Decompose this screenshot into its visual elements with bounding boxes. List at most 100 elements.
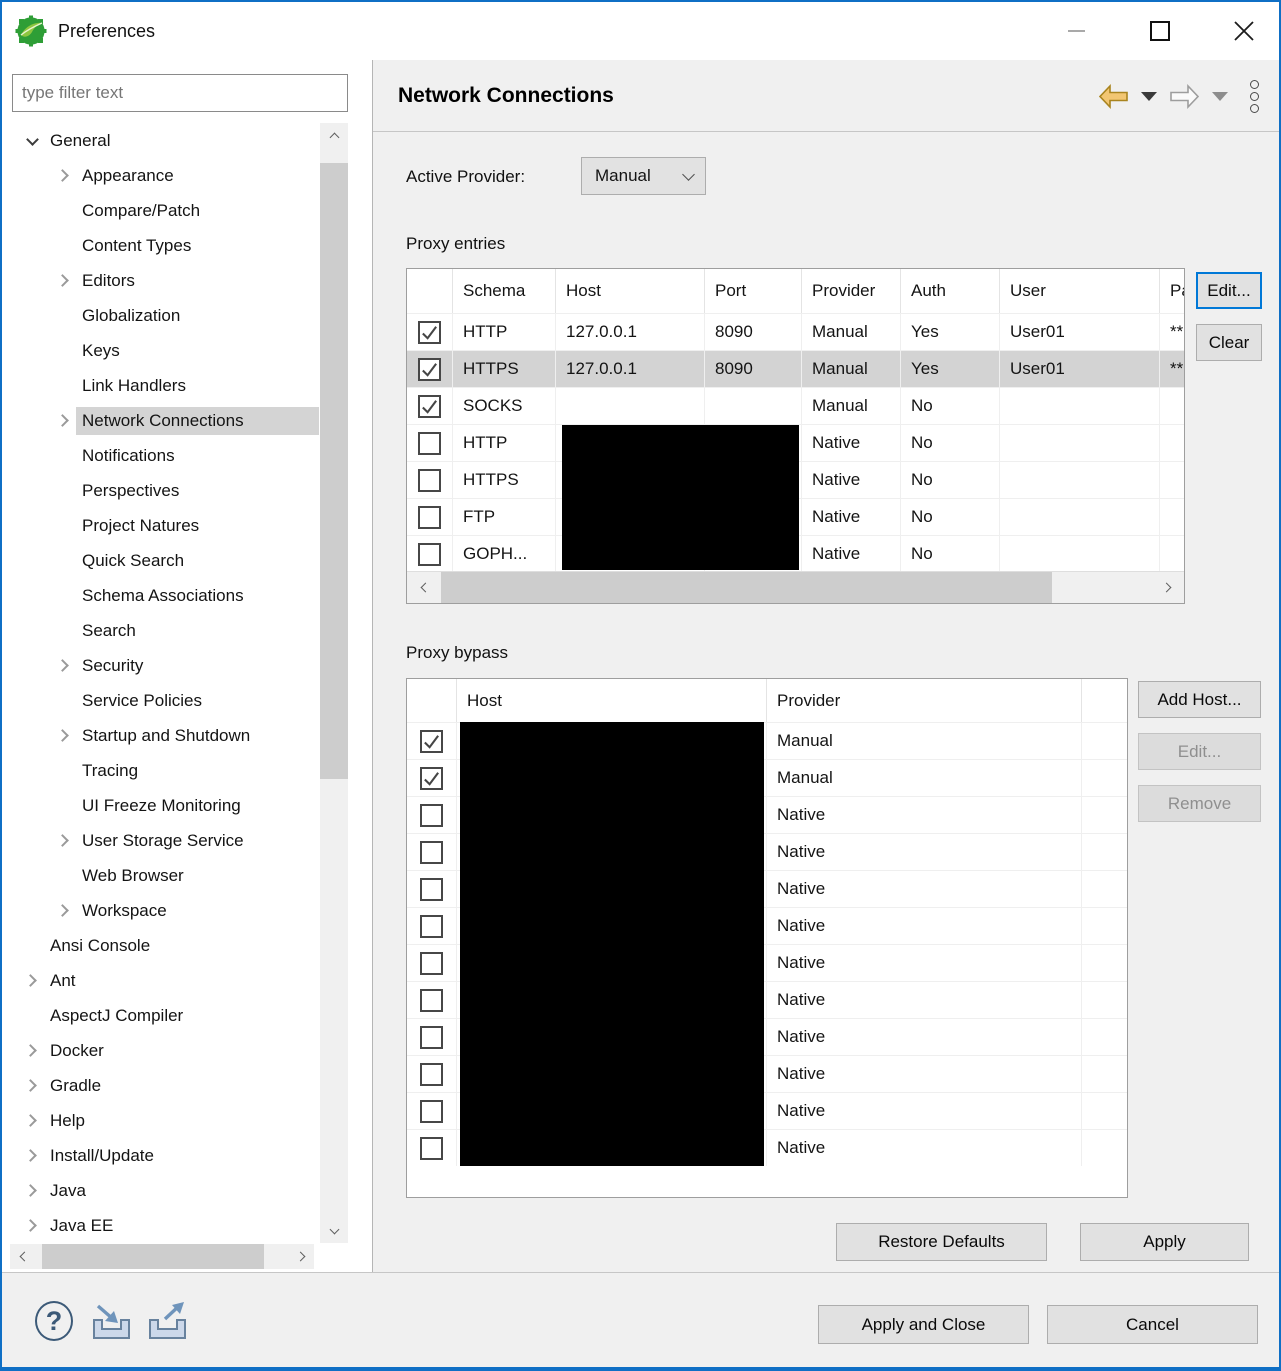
- proxy-bypass-checkbox[interactable]: [420, 1026, 443, 1049]
- chevron-collapsed-icon[interactable]: [20, 1046, 44, 1055]
- proxy-entry-checkbox[interactable]: [418, 543, 441, 566]
- proxy-entry-row[interactable]: SOCKS Manual No: [407, 387, 1184, 424]
- proxy-bypass-checkbox[interactable]: [420, 878, 443, 901]
- scroll-right-icon[interactable]: [1156, 575, 1180, 599]
- tree-item-compare-patch[interactable]: Compare/Patch: [12, 193, 319, 228]
- tree-item-docker[interactable]: Docker: [12, 1033, 319, 1068]
- tree-item-notifications[interactable]: Notifications: [12, 438, 319, 473]
- edit-bypass-button[interactable]: Edit...: [1138, 733, 1261, 770]
- tree-item-project-natures[interactable]: Project Natures: [12, 508, 319, 543]
- proxy-entry-checkbox[interactable]: [418, 321, 441, 344]
- sidebar-vertical-scrollbar[interactable]: [320, 123, 348, 1243]
- back-dropdown-icon[interactable]: [1141, 92, 1157, 101]
- tree-item-gradle[interactable]: Gradle: [12, 1068, 319, 1103]
- tree-item-java[interactable]: Java: [12, 1173, 319, 1208]
- apply-button[interactable]: Apply: [1080, 1223, 1249, 1261]
- forward-icon[interactable]: [1169, 84, 1200, 109]
- tree-item-ansi-console[interactable]: Ansi Console: [12, 928, 319, 963]
- tree-item-web-browser[interactable]: Web Browser: [12, 858, 319, 893]
- proxy-bypass-checkbox[interactable]: [420, 767, 443, 790]
- proxy-bypass-checkbox[interactable]: [420, 952, 443, 975]
- sidebar-vscroll-thumb[interactable]: [320, 163, 348, 779]
- proxy-entry-checkbox[interactable]: [418, 506, 441, 529]
- scroll-down-icon[interactable]: [322, 1219, 346, 1243]
- tree-item-help[interactable]: Help: [12, 1103, 319, 1138]
- proxy-bypass-checkbox[interactable]: [420, 730, 443, 753]
- scroll-left-icon[interactable]: [10, 1244, 34, 1268]
- clear-entry-button[interactable]: Clear: [1196, 324, 1262, 361]
- help-icon[interactable]: ?: [35, 1301, 73, 1341]
- view-menu-icon[interactable]: [1250, 80, 1259, 113]
- remove-bypass-button[interactable]: Remove: [1138, 785, 1261, 822]
- chevron-collapsed-icon[interactable]: [20, 1116, 44, 1125]
- tree-item-ui-freeze-monitoring[interactable]: UI Freeze Monitoring: [12, 788, 319, 823]
- proxy-bypass-checkbox[interactable]: [420, 841, 443, 864]
- proxy-bypass-checkbox[interactable]: [420, 1137, 443, 1160]
- tree-item-editors[interactable]: Editors: [12, 263, 319, 298]
- sidebar-hscroll-thumb[interactable]: [42, 1244, 264, 1269]
- scroll-right-icon[interactable]: [290, 1244, 314, 1268]
- chevron-collapsed-icon[interactable]: [52, 171, 76, 180]
- import-preferences-icon[interactable]: [88, 1301, 136, 1343]
- proxy-entry-checkbox[interactable]: [418, 469, 441, 492]
- scroll-left-icon[interactable]: [411, 575, 435, 599]
- tree-item-install-update[interactable]: Install/Update: [12, 1138, 319, 1173]
- chevron-collapsed-icon[interactable]: [52, 836, 76, 845]
- active-provider-select[interactable]: Manual: [581, 157, 706, 195]
- proxy-bypass-checkbox[interactable]: [420, 1100, 443, 1123]
- filter-input[interactable]: [12, 74, 348, 112]
- tree-item-tracing[interactable]: Tracing: [12, 753, 319, 788]
- tree-item-ant[interactable]: Ant: [12, 963, 319, 998]
- back-icon[interactable]: [1098, 84, 1129, 109]
- tree-item-perspectives[interactable]: Perspectives: [12, 473, 319, 508]
- chevron-collapsed-icon[interactable]: [20, 1151, 44, 1160]
- tree-item-java-ee[interactable]: Java EE: [12, 1208, 319, 1243]
- apply-and-close-button[interactable]: Apply and Close: [818, 1305, 1029, 1344]
- chevron-collapsed-icon[interactable]: [52, 906, 76, 915]
- cancel-button[interactable]: Cancel: [1047, 1305, 1258, 1344]
- tree-item-search[interactable]: Search: [12, 613, 319, 648]
- entries-horizontal-scrollbar[interactable]: [407, 571, 1184, 603]
- sidebar-horizontal-scrollbar[interactable]: [10, 1244, 314, 1269]
- chevron-collapsed-icon[interactable]: [20, 976, 44, 985]
- forward-dropdown-icon[interactable]: [1212, 92, 1228, 101]
- chevron-collapsed-icon[interactable]: [20, 1186, 44, 1195]
- chevron-collapsed-icon[interactable]: [52, 661, 76, 670]
- chevron-collapsed-icon[interactable]: [20, 1081, 44, 1090]
- tree-item-security[interactable]: Security: [12, 648, 319, 683]
- tree-item-quick-search[interactable]: Quick Search: [12, 543, 319, 578]
- tree-item-schema-associations[interactable]: Schema Associations: [12, 578, 319, 613]
- chevron-collapsed-icon[interactable]: [52, 416, 76, 425]
- maximize-icon[interactable]: [1147, 18, 1173, 44]
- add-host-button[interactable]: Add Host...: [1138, 681, 1261, 718]
- tree-item-workspace[interactable]: Workspace: [12, 893, 319, 928]
- proxy-entry-checkbox[interactable]: [418, 358, 441, 381]
- proxy-entry-row[interactable]: HTTPS 127.0.0.1 8090 Manual Yes User01 *…: [407, 350, 1184, 387]
- proxy-bypass-checkbox[interactable]: [420, 1063, 443, 1086]
- chevron-expanded-icon[interactable]: [20, 135, 44, 147]
- tree-item-keys[interactable]: Keys: [12, 333, 319, 368]
- proxy-bypass-checkbox[interactable]: [420, 804, 443, 827]
- tree-item-globalization[interactable]: Globalization: [12, 298, 319, 333]
- tree-item-content-types[interactable]: Content Types: [12, 228, 319, 263]
- chevron-collapsed-icon[interactable]: [20, 1221, 44, 1230]
- proxy-entry-row[interactable]: HTTP 127.0.0.1 8090 Manual Yes User01 **: [407, 313, 1184, 350]
- tree-item-appearance[interactable]: Appearance: [12, 158, 319, 193]
- minimize-icon[interactable]: [1063, 18, 1089, 44]
- edit-entry-button[interactable]: Edit...: [1196, 272, 1262, 309]
- export-preferences-icon[interactable]: [144, 1301, 192, 1343]
- chevron-collapsed-icon[interactable]: [52, 276, 76, 285]
- tree-item-user-storage-service[interactable]: User Storage Service: [12, 823, 319, 858]
- close-icon[interactable]: [1231, 18, 1257, 44]
- tree-item-link-handlers[interactable]: Link Handlers: [12, 368, 319, 403]
- tree-item-service-policies[interactable]: Service Policies: [12, 683, 319, 718]
- scroll-up-icon[interactable]: [322, 123, 346, 147]
- proxy-entry-checkbox[interactable]: [418, 432, 441, 455]
- restore-defaults-button[interactable]: Restore Defaults: [836, 1223, 1047, 1261]
- proxy-entry-checkbox[interactable]: [418, 395, 441, 418]
- tree-item-startup-and-shutdown[interactable]: Startup and Shutdown: [12, 718, 319, 753]
- proxy-bypass-checkbox[interactable]: [420, 915, 443, 938]
- proxy-bypass-checkbox[interactable]: [420, 989, 443, 1012]
- chevron-collapsed-icon[interactable]: [52, 731, 76, 740]
- tree-item-general[interactable]: General: [12, 123, 319, 158]
